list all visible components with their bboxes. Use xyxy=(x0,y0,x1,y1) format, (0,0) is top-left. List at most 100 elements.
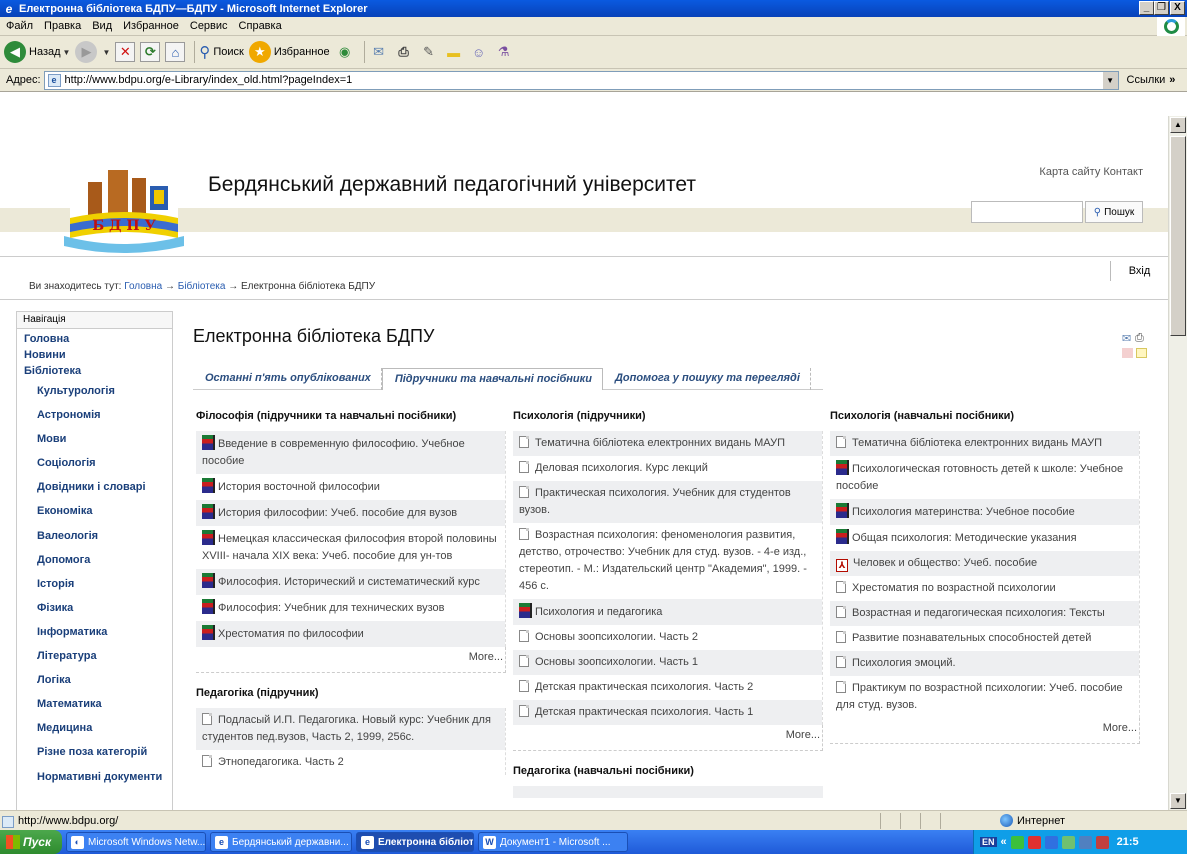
menu-favorites[interactable]: Избранное xyxy=(123,20,179,32)
chevron-right-icon[interactable]: » xyxy=(1169,74,1175,86)
list-item[interactable]: Детская практическая психология. Часть 1 xyxy=(513,700,822,725)
sidebar-item-library[interactable]: Бібліотека xyxy=(17,363,172,379)
scroll-thumb[interactable] xyxy=(1170,136,1186,336)
volume-icon[interactable] xyxy=(1061,835,1075,849)
chevron-left-icon[interactable]: « xyxy=(1001,836,1007,848)
list-item[interactable]: Основы зоопсихологии. Часть 2 xyxy=(513,625,822,650)
sidebar-subitem[interactable]: Інформатика xyxy=(17,620,172,644)
media-icon[interactable]: ◉ xyxy=(335,42,355,62)
list-item[interactable]: Хрестоматия по возрастной психологии xyxy=(830,576,1139,601)
list-item[interactable]: Практическая психология. Учебник для сту… xyxy=(513,481,822,523)
more-link[interactable]: More... xyxy=(513,725,823,751)
sidebar-subitem[interactable]: Історія xyxy=(17,572,172,596)
print-icon[interactable]: ⎙ xyxy=(1135,332,1144,345)
sidebar-subitem[interactable]: Мови xyxy=(17,427,172,451)
list-item[interactable]: Возрастная и педагогическая психология: … xyxy=(830,601,1139,626)
sidebar-subitem[interactable]: Математика xyxy=(17,692,172,716)
tab-latest[interactable]: Останні п'ять опублікованих xyxy=(193,368,382,390)
site-search-input[interactable] xyxy=(971,201,1083,223)
refresh-icon[interactable]: ⟳ xyxy=(140,42,161,62)
list-item[interactable]: Тематична бібліотека електронних видань … xyxy=(513,431,822,456)
sidebar-subitem[interactable]: Медицина xyxy=(17,716,172,740)
list-item[interactable]: Практикум по возрастной психологии: Учеб… xyxy=(830,676,1139,718)
list-item[interactable]: Немецкая классическая философия второй п… xyxy=(196,526,505,569)
menu-help[interactable]: Справка xyxy=(239,20,282,32)
scroll-up-icon[interactable]: ▲ xyxy=(1170,117,1186,133)
folder-icon[interactable]: ▬ xyxy=(444,42,464,62)
mail-icon[interactable]: ✉ xyxy=(1122,332,1131,345)
breadcrumb-home[interactable]: Головна xyxy=(124,281,162,292)
list-item[interactable]: Общая психология: Методические указания xyxy=(830,525,1139,551)
menu-file[interactable]: Файл xyxy=(6,20,33,32)
tab-help[interactable]: Допомога у пошуку та перегляді xyxy=(603,368,811,390)
top-links[interactable]: Карта сайту Контакт xyxy=(1039,166,1143,178)
sidebar-subitem[interactable]: Логіка xyxy=(17,668,172,692)
back-dropdown-icon[interactable]: ▼ xyxy=(63,48,71,57)
list-item[interactable]: Возрастная психология: феноменология раз… xyxy=(513,523,822,599)
sidebar-item-news[interactable]: Новини xyxy=(17,347,172,363)
sidebar-subitem[interactable]: Соціологія xyxy=(17,451,172,475)
menu-view[interactable]: Вид xyxy=(92,20,112,32)
sidebar-subitem[interactable]: Нормативні документи xyxy=(17,765,172,789)
stop-icon[interactable]: ✕ xyxy=(115,42,136,62)
list-item[interactable]: ⅄ Человек и общество: Учеб. пособие xyxy=(830,551,1139,576)
forward-dropdown-icon[interactable]: ▼ xyxy=(102,48,110,57)
taskbar-item[interactable]: e Електронна бібліоте... xyxy=(356,832,474,852)
search-button[interactable]: ⚲ Поиск xyxy=(199,39,243,65)
list-item[interactable]: История восточной философии xyxy=(196,474,505,500)
list-item[interactable]: Введение в современную философию. Учебно… xyxy=(196,431,505,474)
sidebar-subitem[interactable]: Астрономія xyxy=(17,403,172,427)
close-button[interactable]: X xyxy=(1170,1,1185,15)
home-icon[interactable]: ⌂ xyxy=(165,42,186,62)
vertical-scrollbar[interactable]: ▲ ▼ xyxy=(1168,116,1187,810)
tray-icon[interactable] xyxy=(1044,835,1058,849)
pdf-export-icon[interactable] xyxy=(1122,348,1133,358)
list-item[interactable]: Деловая психология. Курс лекций xyxy=(513,456,822,481)
note-icon[interactable] xyxy=(1136,348,1147,358)
more-link[interactable]: More... xyxy=(830,718,1140,744)
list-item[interactable]: История философии: Учеб. пособие для вуз… xyxy=(196,500,505,526)
sidebar-subitem[interactable]: Культурологія xyxy=(17,379,172,403)
list-item[interactable]: Психологическая готовность детей к школе… xyxy=(830,456,1139,499)
list-item[interactable]: Этнопедагогика. Часть 2 xyxy=(196,750,505,775)
links-button[interactable]: Ссылки xyxy=(1127,74,1166,86)
research-icon[interactable]: ⚗ xyxy=(494,42,514,62)
tray-icon[interactable] xyxy=(1010,835,1024,849)
mail-icon[interactable]: ✉ xyxy=(369,42,389,62)
sidebar-subitem[interactable]: Фізика xyxy=(17,596,172,620)
sidebar-item-home[interactable]: Головна xyxy=(17,331,172,347)
start-button[interactable]: Пуск xyxy=(0,830,62,854)
list-item[interactable]: Психология материнства: Учебное пособие xyxy=(830,499,1139,525)
messenger-icon[interactable]: ☺ xyxy=(469,42,489,62)
scroll-down-icon[interactable]: ▼ xyxy=(1170,793,1186,809)
sidebar-subitem[interactable]: Різне поза категорій xyxy=(17,740,172,764)
back-button[interactable]: ◀ Назад ▼ xyxy=(4,39,70,65)
list-item[interactable]: Детская практическая психология. Часть 2 xyxy=(513,675,822,700)
list-item[interactable]: Психология эмоций. xyxy=(830,651,1139,676)
list-item[interactable]: Развитие познавательных способностей дет… xyxy=(830,626,1139,651)
sidebar-subitem[interactable]: Допомога xyxy=(17,548,172,572)
list-item[interactable]: Философия. Исторический и систематически… xyxy=(196,569,505,595)
print-icon[interactable]: ⎙ xyxy=(394,42,414,62)
list-item[interactable]: Основы зоопсихологии. Часть 1 xyxy=(513,650,822,675)
breadcrumb-library[interactable]: Бібліотека xyxy=(178,281,226,292)
list-item[interactable] xyxy=(513,786,823,798)
list-item[interactable]: Тематична бібліотека електронних видань … xyxy=(830,431,1139,456)
forward-button[interactable]: ▶ ▼ xyxy=(75,39,110,65)
more-link[interactable]: More... xyxy=(196,647,506,673)
sidebar-subitem[interactable]: Довідники і словарі xyxy=(17,475,172,499)
list-item[interactable]: Философия: Учебник для технических вузов xyxy=(196,595,505,621)
address-dropdown-icon[interactable]: ▼ xyxy=(1101,71,1118,89)
sidebar-subitem[interactable]: Література xyxy=(17,644,172,668)
list-item[interactable]: Подласый И.П. Педагогика. Новый курс: Уч… xyxy=(196,708,505,750)
tray-icon[interactable] xyxy=(1078,835,1092,849)
tab-textbooks[interactable]: Підручники та навчальні посібники xyxy=(381,368,603,390)
sidebar-subitem[interactable]: Економіка xyxy=(17,499,172,523)
address-input[interactable]: e http://www.bdpu.org/e-Library/index_ol… xyxy=(43,70,1119,90)
list-item[interactable]: Хрестоматия по философии xyxy=(196,621,505,647)
login-link[interactable]: Вхід xyxy=(1110,261,1168,281)
language-indicator[interactable]: EN xyxy=(980,837,997,847)
tray-icon[interactable] xyxy=(1027,835,1041,849)
favorites-button[interactable]: ★ Избранное xyxy=(248,39,330,65)
taskbar-item[interactable]: e Бердянський державни... xyxy=(210,832,352,852)
